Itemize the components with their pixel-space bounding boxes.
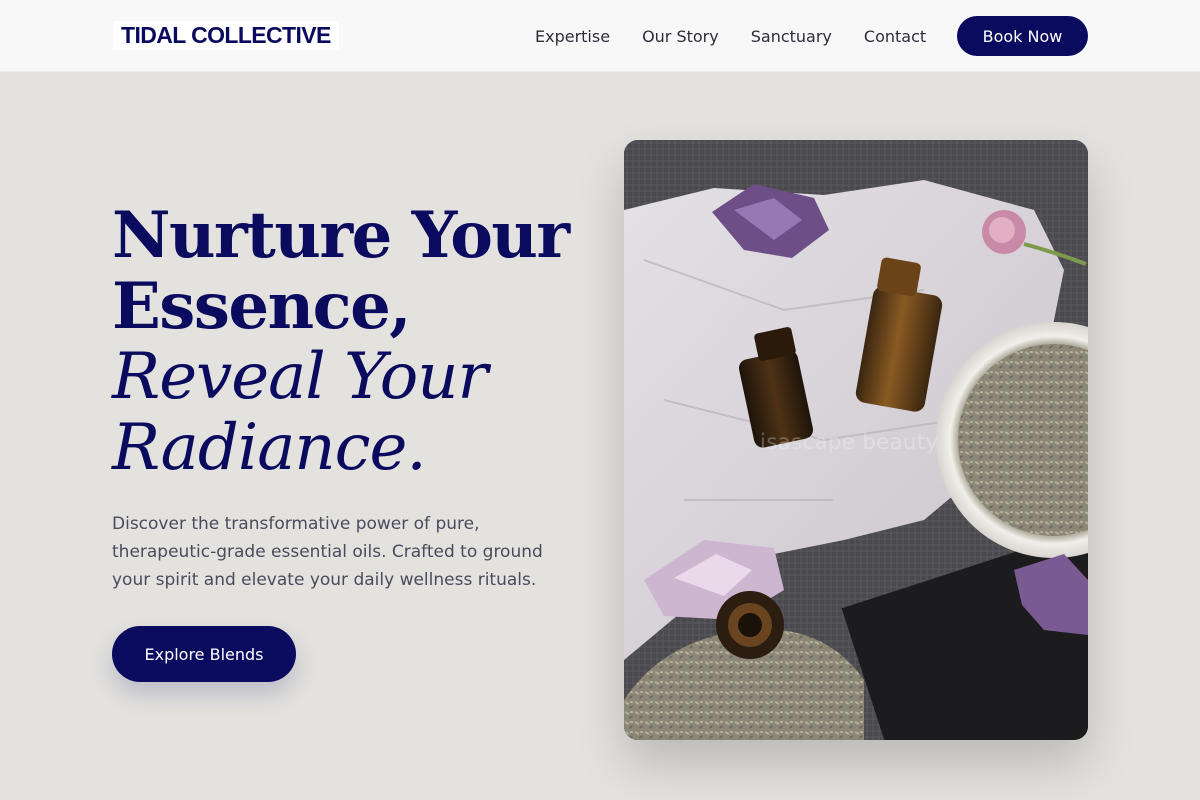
hero-description: Discover the transformative power of pur… [112,514,543,590]
image-watermark: isascape beauty [760,430,939,454]
main-nav: Expertise Our Story Sanctuary Contact [535,0,926,72]
nav-link-contact[interactable]: Contact [864,27,926,46]
hero-title-line-3: Reveal Your [112,340,488,414]
hero-image: isascape beauty [624,140,1088,740]
hero-title-line-4: Radiance. [112,411,427,485]
brand-logo[interactable]: TIDAL COLLECTIVE [113,21,339,50]
site-header: TIDAL COLLECTIVE Expertise Our Story San… [0,0,1200,72]
hero-title: Nurture Your Essence, Reveal Your Radian… [112,198,570,485]
explore-blends-button[interactable]: Explore Blends [112,626,296,682]
nav-link-sanctuary[interactable]: Sanctuary [751,27,832,46]
hero-title-line-1: Nurture Your [112,198,570,273]
nav-link-our-story[interactable]: Our Story [642,27,719,46]
hero-title-line-2: Essence, [112,269,412,344]
book-now-button[interactable]: Book Now [957,16,1088,56]
nav-link-expertise[interactable]: Expertise [535,27,610,46]
